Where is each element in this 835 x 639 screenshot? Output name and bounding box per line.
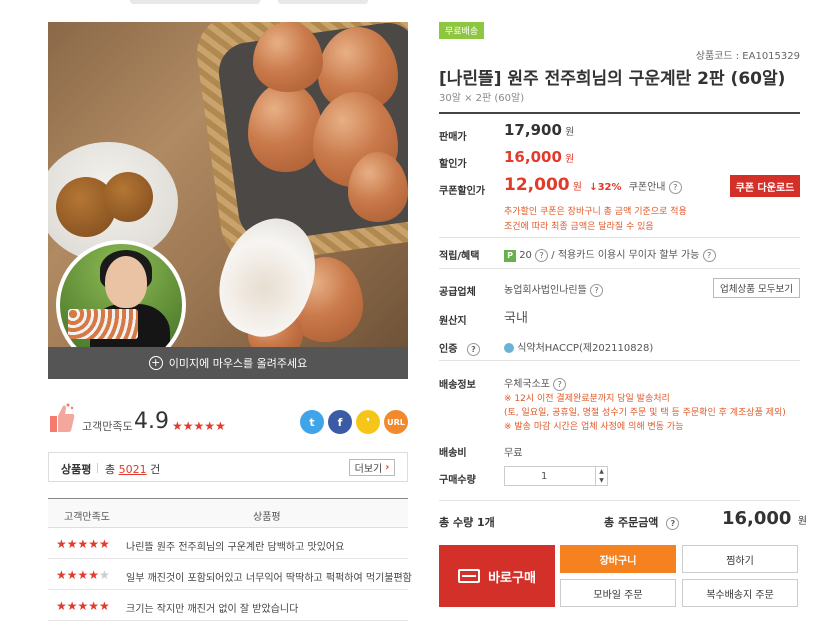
review-summary: 상품평 총 5021 건 더보기 › <box>48 452 408 482</box>
shipping-note: (토, 일요일, 공휴일, 명절 성수기 주문 및 택 등 주문확인 후 계조상… <box>504 408 786 418</box>
coupon-note: 조건에 따라 최종 금액은 달라질 수 있음 <box>504 222 654 232</box>
coupon-price-label: 쿠폰할인가 <box>439 186 485 197</box>
buy-now-button[interactable]: 바로구매 <box>439 545 555 607</box>
coupon-price: 12,000 원 ↓32% 쿠폰안내 ? <box>504 175 682 195</box>
zoom-plus-icon: + <box>148 356 163 370</box>
review-more-button[interactable]: 더보기 › <box>349 459 395 476</box>
benefits-value: P 20 ? / 적용카드 이용시 무이자 할부 가능 ? <box>504 246 716 262</box>
quantity-label: 구매수량 <box>439 475 476 486</box>
image-hover-bar[interactable]: + 이미지에 마우스를 올려주세요 <box>48 347 408 379</box>
url-share-icon[interactable]: URL <box>384 410 408 434</box>
review-title: 상품평 <box>61 463 92 476</box>
orig-price-label: 판매가 <box>439 132 467 143</box>
vendor-name: 농업회사법인나린뜰 ? <box>504 281 603 297</box>
shipping-note: ※ 발송 마감 시간은 업체 사정에 의해 변동 가능 <box>504 422 684 432</box>
facebook-share-icon[interactable]: f <box>328 410 352 434</box>
twitter-share-icon[interactable]: t <box>300 410 324 434</box>
benefits-label: 적립/혜택 <box>439 251 480 262</box>
add-to-cart-button[interactable]: 장바구니 <box>560 545 676 573</box>
producer-avatar <box>56 240 186 347</box>
help-icon[interactable]: ? <box>668 180 682 194</box>
sale-price: 16,000 원 <box>504 148 575 166</box>
total-amount: 16,000 원 <box>722 508 807 529</box>
decrease-icon[interactable]: ▼ <box>596 476 607 485</box>
chevron-right-icon: › <box>385 462 390 473</box>
product-subtitle: 30알 × 2판 (60알) <box>439 93 525 104</box>
sale-price-label: 할인가 <box>439 159 467 170</box>
orig-price: 17,900 원 <box>504 121 575 139</box>
thumbs-up-icon <box>50 403 75 432</box>
shipping-method: 우체국소포 ? <box>504 375 567 391</box>
product-image[interactable] <box>48 22 408 347</box>
card-icon <box>458 569 481 583</box>
shipping-note: ※ 12시 이전 결제완료분까지 당일 발송처리 <box>504 394 670 404</box>
help-icon[interactable]: ? <box>590 283 603 297</box>
satisfaction-label: 고객만족도 <box>82 420 133 433</box>
product-code: 상품코드 : EA1015329 <box>695 51 800 62</box>
product-title: [나린뜰] 원주 전주희님의 구운계란 2판 (60알) <box>439 69 786 89</box>
shipping-fee-label: 배송비 <box>439 448 467 459</box>
review-row[interactable]: ★★★★★ 일부 깨진것이 포함되어있고 너무익어 딱딱하고 퍽퍽하여 먹기불편… <box>48 559 412 590</box>
multi-address-order-button[interactable]: 복수배송지 주문 <box>682 579 798 607</box>
free-shipping-badge: 무료배송 <box>439 22 485 39</box>
increase-icon[interactable]: ▲ <box>596 467 607 476</box>
total-quantity: 총 수량 1개 <box>439 516 495 529</box>
review-table-header: 고객만족도 상품평 <box>48 498 408 528</box>
quantity-value: 1 <box>541 471 548 482</box>
origin-value: 국내 <box>504 311 528 326</box>
help-icon[interactable]: ? <box>535 248 549 262</box>
shipping-label: 배송정보 <box>439 380 476 391</box>
review-row[interactable]: ★★★★★ 나린뜰 원주 전주희님의 구운계란 담백하고 맛있어요 <box>48 528 408 559</box>
help-icon[interactable]: ? <box>553 377 567 391</box>
vendor-label: 공급업체 <box>439 287 476 298</box>
help-icon[interactable]: ? <box>666 516 680 530</box>
coupon-info: 쿠폰안내 <box>628 182 666 193</box>
origin-label: 원산지 <box>439 316 467 327</box>
coupon-download-button[interactable]: 쿠폰 다운로드 <box>730 175 800 197</box>
review-text: 나린뜰 원주 전주희님의 구운계란 담백하고 맛있어요 <box>126 542 345 553</box>
satisfaction-stars: ★★★★★ <box>172 419 226 433</box>
haccp-icon <box>504 343 514 353</box>
kakao-share-icon[interactable]: ❜ <box>356 410 380 434</box>
coupon-rate: ↓32% <box>589 182 622 193</box>
shipping-fee-value: 무료 <box>504 448 523 459</box>
cert-value: 식약처HACCP(제202110828) <box>504 339 653 354</box>
point-icon: P <box>504 250 516 262</box>
review-table: 고객만족도 상품평 ★★★★★ 나린뜰 원주 전주희님의 구운계란 담백하고 맛… <box>48 498 412 621</box>
help-icon[interactable]: ? <box>702 248 716 262</box>
divider <box>439 112 800 114</box>
top-tab-stub-1 <box>130 0 260 4</box>
review-text: 일부 깨진것이 포함되어있고 너무익어 딱딱하고 퍽퍽하여 먹기불편함 <box>126 573 412 584</box>
total-amount-label: 총 주문금액 ? <box>604 514 680 530</box>
vendor-all-products-button[interactable]: 업체상품 모두보기 <box>713 278 800 298</box>
cert-label: 인증 ? <box>439 340 480 356</box>
coupon-note: 추가할인 쿠폰은 장바구니 총 금액 기준으로 적용 <box>504 207 687 217</box>
wishlist-button[interactable]: 찜하기 <box>682 545 798 573</box>
review-row[interactable]: ★★★★★ 크기는 작지만 깨진거 없이 잘 받았습니다 <box>48 590 408 621</box>
review-count: 총 5021 건 <box>105 463 161 476</box>
help-icon[interactable]: ? <box>466 342 480 356</box>
satisfaction-score: 4.9 <box>134 409 169 434</box>
top-tab-stub-2 <box>278 0 368 4</box>
image-hover-text: 이미지에 마우스를 올려주세요 <box>168 357 308 370</box>
review-text: 크기는 작지만 깨진거 없이 잘 받았습니다 <box>126 604 299 615</box>
quantity-stepper[interactable]: 1 ▲ ▼ <box>504 466 608 486</box>
mobile-order-button[interactable]: 모바일 주문 <box>560 579 676 607</box>
